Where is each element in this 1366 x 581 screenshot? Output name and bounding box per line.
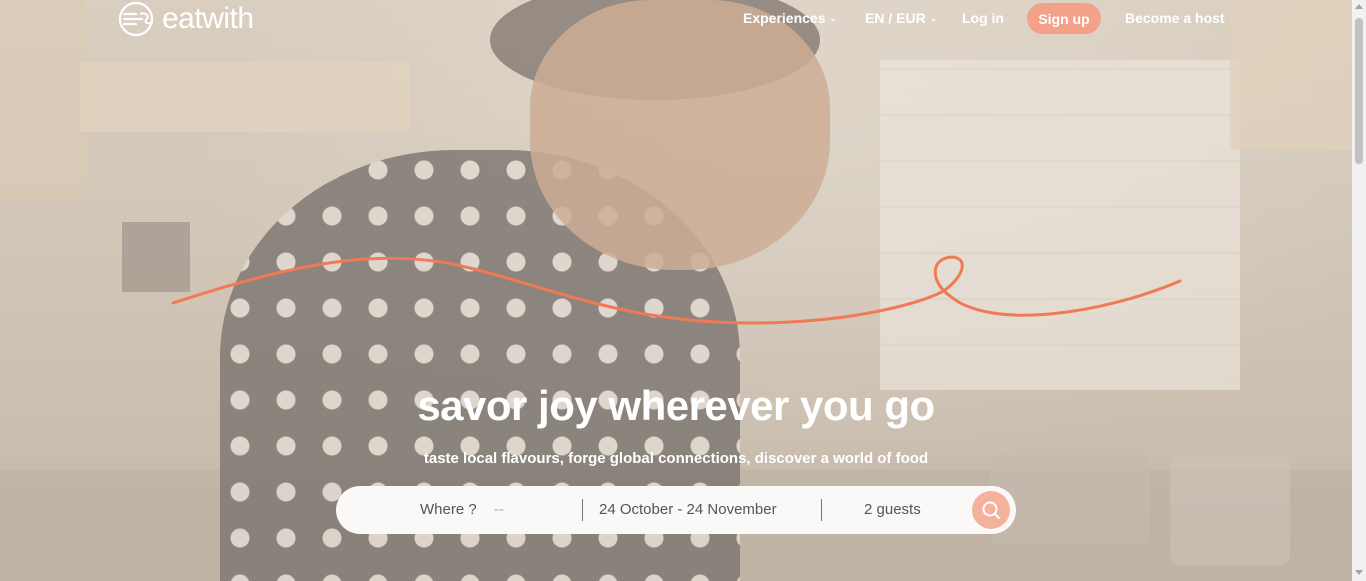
chevron-down-icon: ⌄: [829, 12, 838, 23]
scroll-down-arrow-icon[interactable]: [1355, 570, 1363, 575]
date-range-field[interactable]: 24 October - 24 November: [599, 501, 777, 518]
scroll-thumb[interactable]: [1355, 18, 1363, 164]
search-icon: [982, 501, 1000, 519]
language-currency-label: EN / EUR: [865, 10, 926, 26]
divider: [582, 499, 583, 521]
brand-name: eatwith: [162, 2, 254, 35]
search-bar: Where ? -- 24 October - 24 November 2 gu…: [336, 486, 1016, 534]
login-link[interactable]: Log in: [962, 10, 1004, 26]
hero-title: savor joy wherever you go: [417, 382, 935, 429]
where-input[interactable]: --: [494, 501, 504, 518]
hero-subtitle: taste local flavours, forge global conne…: [423, 450, 929, 467]
scroll-up-arrow-icon[interactable]: [1355, 4, 1363, 9]
chevron-down-icon: ⌄: [929, 12, 938, 23]
divider: [821, 499, 822, 521]
page-scrollbar[interactable]: [1352, 0, 1366, 581]
signup-button[interactable]: Sign up: [1027, 3, 1101, 34]
language-currency-menu[interactable]: EN / EUR ⌄: [865, 10, 937, 26]
experiences-menu[interactable]: Experiences ⌄: [743, 10, 837, 26]
experiences-label: Experiences: [743, 10, 826, 26]
top-navigation: eatwith Experiences ⌄ EN / EUR ⌄ Log in …: [0, 0, 1352, 40]
plate-cutlery-icon: [118, 1, 154, 37]
guests-field[interactable]: 2 guests: [864, 501, 921, 518]
brand-logo[interactable]: eatwith: [114, 0, 254, 38]
where-label[interactable]: Where ?: [420, 501, 477, 518]
become-host-link[interactable]: Become a host: [1125, 10, 1225, 26]
hero-section: eatwith Experiences ⌄ EN / EUR ⌄ Log in …: [0, 0, 1352, 581]
search-button[interactable]: [972, 491, 1010, 529]
